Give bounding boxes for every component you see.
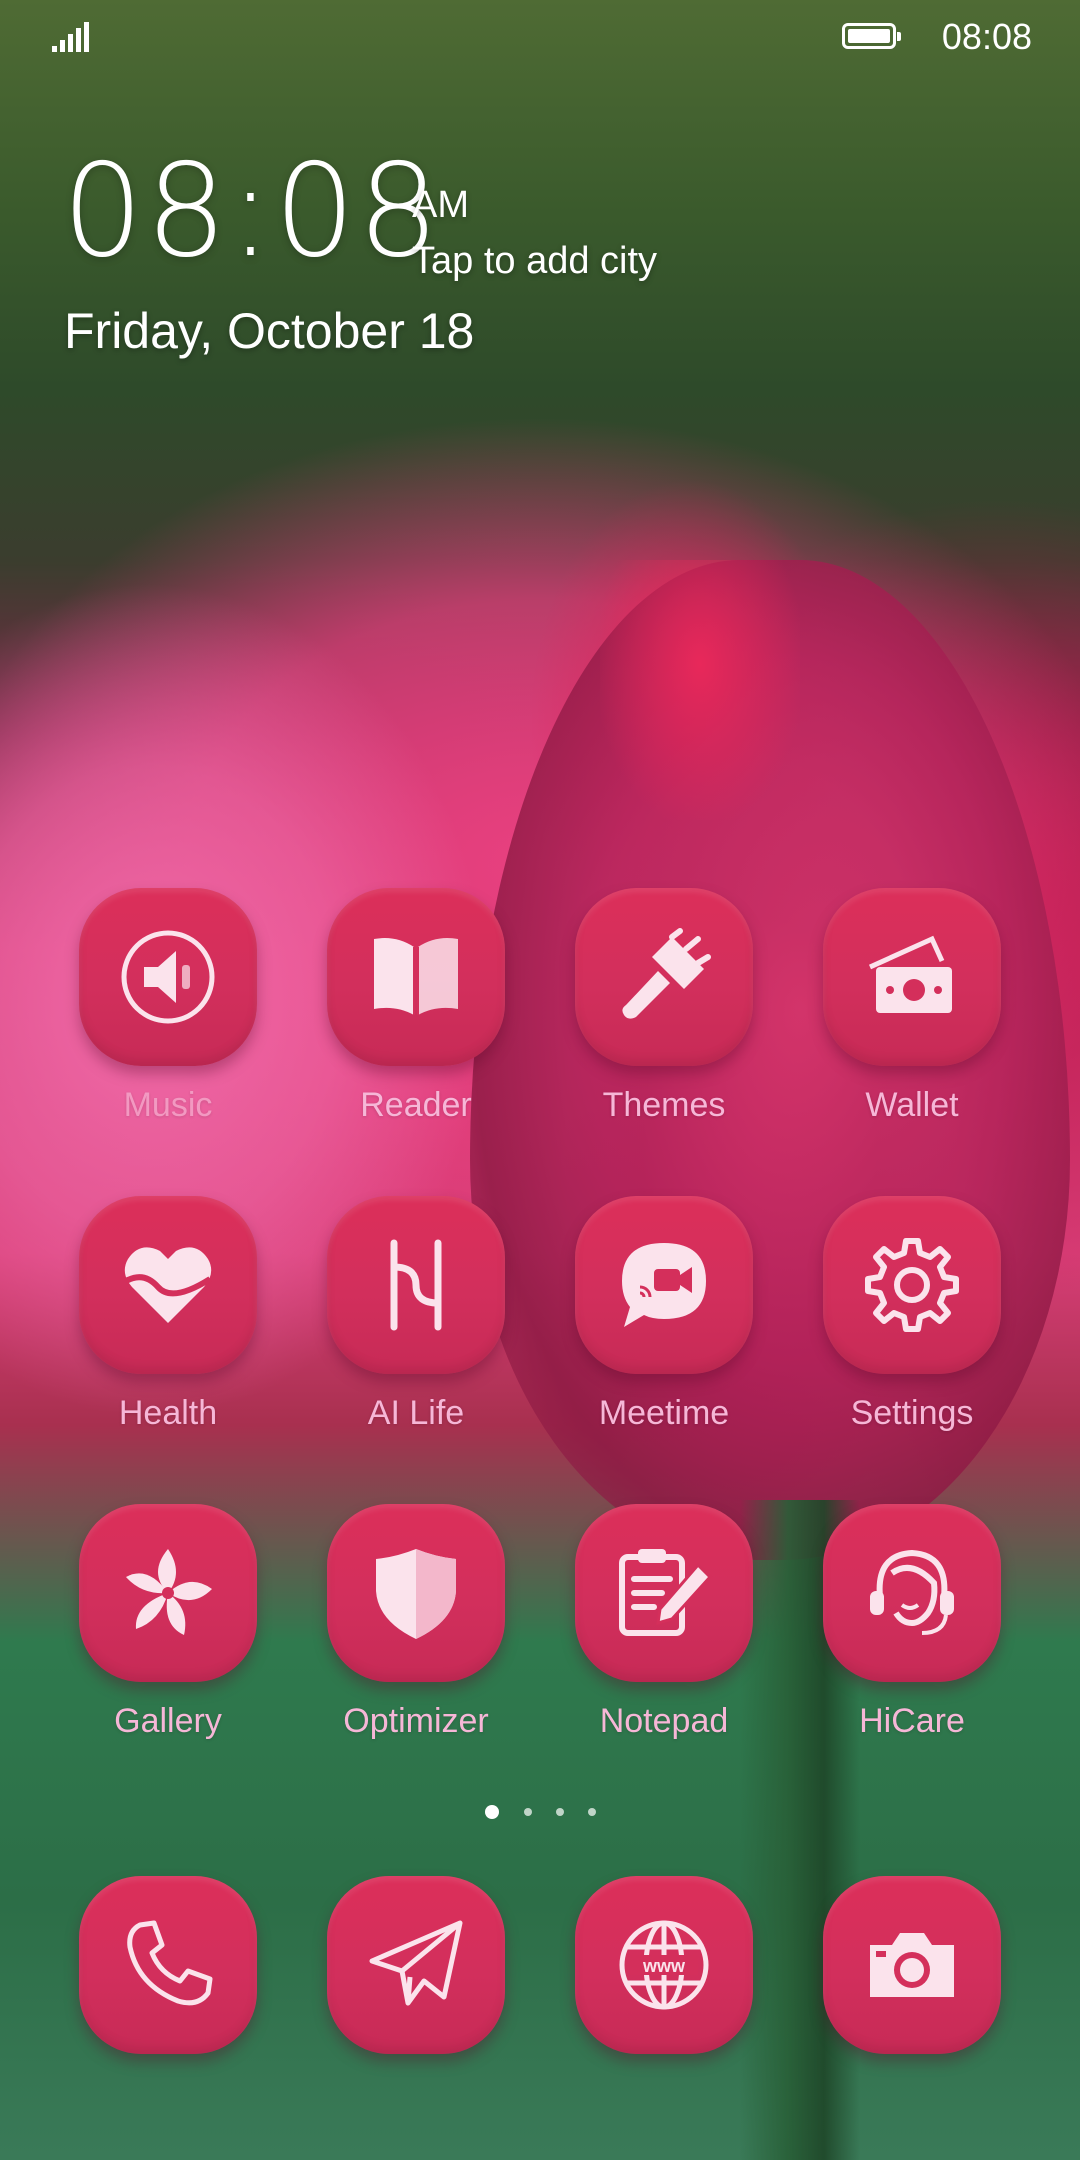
dock-camera[interactable] (802, 1876, 1022, 2054)
clock-date[interactable]: Friday, October 18 (64, 302, 474, 360)
app-label: Gallery (114, 1702, 222, 1740)
app-wallet-tile[interactable] (823, 888, 1001, 1066)
video-chat-icon (622, 1243, 706, 1327)
camera-icon (870, 1933, 954, 1997)
paintbrush-icon (622, 928, 711, 1019)
dock-messaging-tile[interactable] (327, 1876, 505, 2054)
gear-icon (865, 1238, 959, 1332)
app-label: Wallet (865, 1086, 959, 1124)
paper-plane-icon (369, 1920, 463, 2006)
clock-ampm: AM (412, 184, 469, 226)
headset-icon (870, 1549, 954, 1635)
app-label: Settings (850, 1394, 974, 1432)
heart-icon (124, 1247, 212, 1323)
wallet-money-icon (868, 935, 952, 1013)
app-notepad[interactable]: Notepad (554, 1504, 774, 1741)
app-label: Health (118, 1394, 218, 1432)
app-settings-tile[interactable] (823, 1196, 1001, 1374)
page-dot[interactable] (524, 1808, 532, 1816)
app-label: Themes (602, 1086, 726, 1124)
app-health-tile[interactable] (79, 1196, 257, 1374)
weather-add-city[interactable]: Tap to add city (412, 240, 657, 283)
dock-phone[interactable] (58, 1876, 278, 2054)
phone-icon (127, 1920, 213, 2006)
page-dot[interactable] (588, 1808, 596, 1816)
app-meetime-tile[interactable] (575, 1196, 753, 1374)
app-ai-life-tile[interactable] (327, 1196, 505, 1374)
app-meetime[interactable]: Meetime (554, 1196, 774, 1433)
notepad-pencil-icon (619, 1549, 713, 1636)
page-indicator (0, 1804, 1080, 1824)
app-music[interactable]: Music (58, 888, 278, 1125)
ai-life-icon (390, 1239, 442, 1331)
app-label: AI Life (367, 1394, 465, 1432)
app-music-tile[interactable] (79, 888, 257, 1066)
app-ai-life[interactable]: AI Life (306, 1196, 526, 1433)
app-gallery-tile[interactable] (79, 1504, 257, 1682)
app-label: Notepad (599, 1702, 729, 1740)
battery-full-icon (842, 23, 901, 49)
app-reader[interactable]: Reader (306, 888, 526, 1125)
app-label: HiCare (859, 1702, 965, 1740)
status-time: 08:08 (941, 16, 1032, 57)
flower-icon (126, 1549, 212, 1635)
status-bar: 08:08 (0, 0, 1080, 80)
app-optimizer-tile[interactable] (327, 1504, 505, 1682)
app-themes[interactable]: Themes (554, 888, 774, 1125)
app-wallet[interactable]: Wallet (802, 888, 1022, 1125)
wallpaper-tulip-tip (600, 560, 800, 820)
book-icon (374, 938, 458, 1015)
dock-browser-tile[interactable]: www (575, 1876, 753, 2054)
speaker-icon (121, 930, 215, 1024)
app-settings[interactable]: Settings (802, 1196, 1022, 1433)
page-dot[interactable] (556, 1808, 564, 1816)
app-label: Meetime (598, 1394, 730, 1432)
dock-messaging[interactable] (306, 1876, 526, 2054)
app-optimizer[interactable]: Optimizer (306, 1504, 526, 1741)
app-hicare-tile[interactable] (823, 1504, 1001, 1682)
shield-icon (376, 1549, 456, 1639)
clock-time[interactable]: 08:08 (62, 148, 441, 276)
app-themes-tile[interactable] (575, 888, 753, 1066)
app-label: Music (123, 1086, 213, 1124)
home-screen: 08:08 08:08 AM Tap to add city Friday, O… (0, 0, 1080, 2160)
page-dot-active[interactable] (485, 1805, 499, 1819)
browser-globe-icon: www (619, 1920, 709, 2010)
app-hicare[interactable]: HiCare (802, 1504, 1022, 1741)
app-label: Optimizer (343, 1702, 489, 1740)
dock-phone-tile[interactable] (79, 1876, 257, 2054)
app-label: Reader (360, 1086, 472, 1124)
app-health[interactable]: Health (58, 1196, 278, 1433)
app-reader-tile[interactable] (327, 888, 505, 1066)
app-notepad-tile[interactable] (575, 1504, 753, 1682)
dock-browser[interactable]: www (554, 1876, 774, 2054)
dock-camera-tile[interactable] (823, 1876, 1001, 2054)
signal-bars-icon (52, 22, 92, 52)
svg-text:www: www (642, 1956, 686, 1976)
app-gallery[interactable]: Gallery (58, 1504, 278, 1741)
